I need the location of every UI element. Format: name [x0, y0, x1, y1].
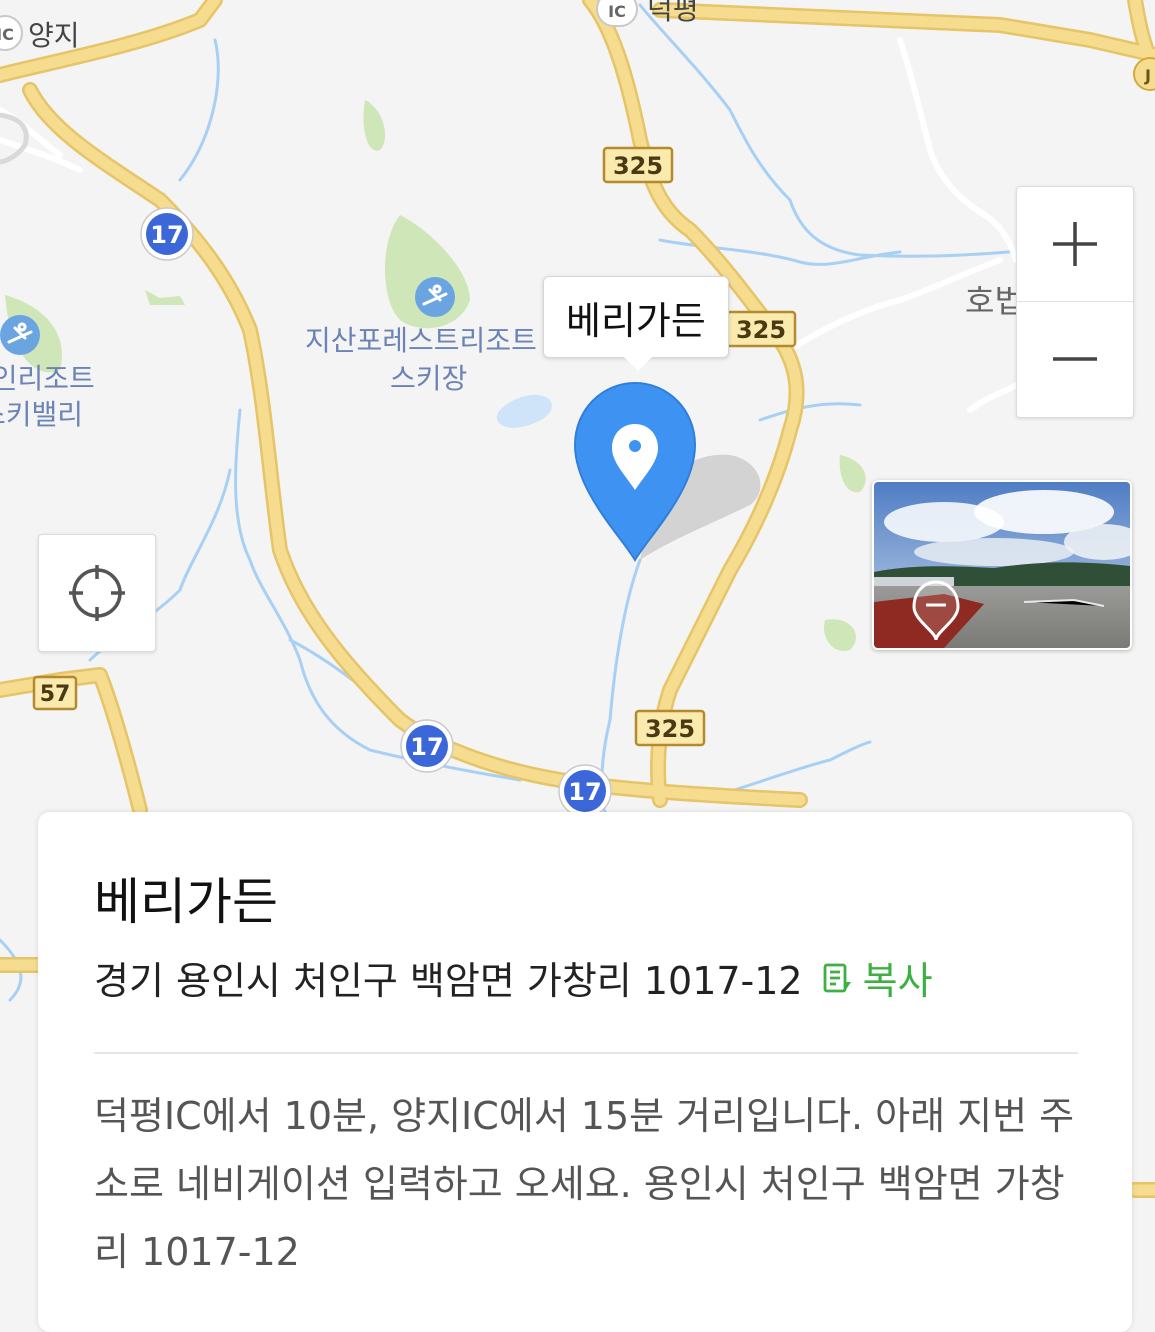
label-pine-resort: 파인리조트 [0, 362, 95, 395]
ski-icon[interactable] [0, 315, 40, 355]
svg-text:57: 57 [40, 682, 71, 707]
svg-text:17: 17 [568, 778, 601, 806]
copy-icon [823, 963, 851, 992]
place-description: 덕평IC에서 10분, 양지IC에서 15분 거리입니다. 아래 지번 주소로 … [94, 1094, 1075, 1274]
label-jisan-resort: 지산포레스트리조트 [305, 324, 537, 357]
plus-icon [1053, 222, 1097, 266]
route-17-shield: 17 [400, 719, 454, 773]
svg-text:325: 325 [736, 316, 786, 344]
svg-text:J: J [1144, 66, 1151, 85]
svg-text:17: 17 [150, 221, 183, 249]
route-17-shield: 17 [558, 764, 612, 818]
current-location-button[interactable] [38, 534, 156, 652]
ic-yangji[interactable]: IC 양지 [0, 15, 80, 52]
label-ski-valley: 스키밸리 [0, 398, 83, 431]
svg-text:325: 325 [613, 152, 663, 180]
roadview-thumbnail[interactable] [872, 480, 1132, 650]
crosshair-icon [69, 565, 125, 621]
pin-tooltip[interactable]: 베리가든 [543, 276, 729, 371]
route-325-shield: 325 [725, 310, 797, 348]
zoom-control [1016, 186, 1134, 418]
minus-icon [1053, 357, 1097, 361]
ic-badge-label: IC [608, 2, 626, 21]
ic-badge-label: IC [0, 25, 14, 44]
route-325-shield: 325 [602, 146, 674, 184]
route-17-shield: 17 [140, 207, 194, 261]
zoom-in-button[interactable] [1017, 187, 1133, 302]
label-ski-field: 스키장 [390, 362, 467, 395]
label-deokpyeong: 덕평 [647, 0, 699, 26]
ic-deokpyeong[interactable]: IC 덕평 [596, 0, 699, 27]
route-325-shield: 325 [634, 709, 706, 747]
label-yangji: 양지 [28, 19, 80, 52]
pin-tooltip-label: 베리가든 [566, 298, 706, 343]
copy-label: 복사 [862, 959, 933, 1003]
place-info-card: 베리가든 경기 용인시 처인구 백암면 가창리 1017-12 복사 덕평IC에… [38, 812, 1132, 1332]
svg-text:325: 325 [645, 715, 695, 743]
place-address: 경기 용인시 처인구 백암면 가창리 1017-12 [94, 959, 803, 1003]
route-57-shield: 57 [32, 675, 78, 711]
divider [94, 1052, 1078, 1054]
ski-icon[interactable] [415, 277, 455, 317]
address-row: 경기 용인시 처인구 백암면 가창리 1017-12 복사 [94, 950, 933, 1005]
svg-text:17: 17 [410, 733, 443, 761]
copy-address-button[interactable]: 복사 [821, 950, 933, 1005]
roadview-image [874, 482, 1130, 648]
place-name: 베리가든 [94, 873, 278, 931]
zoom-out-button[interactable] [1017, 302, 1133, 416]
